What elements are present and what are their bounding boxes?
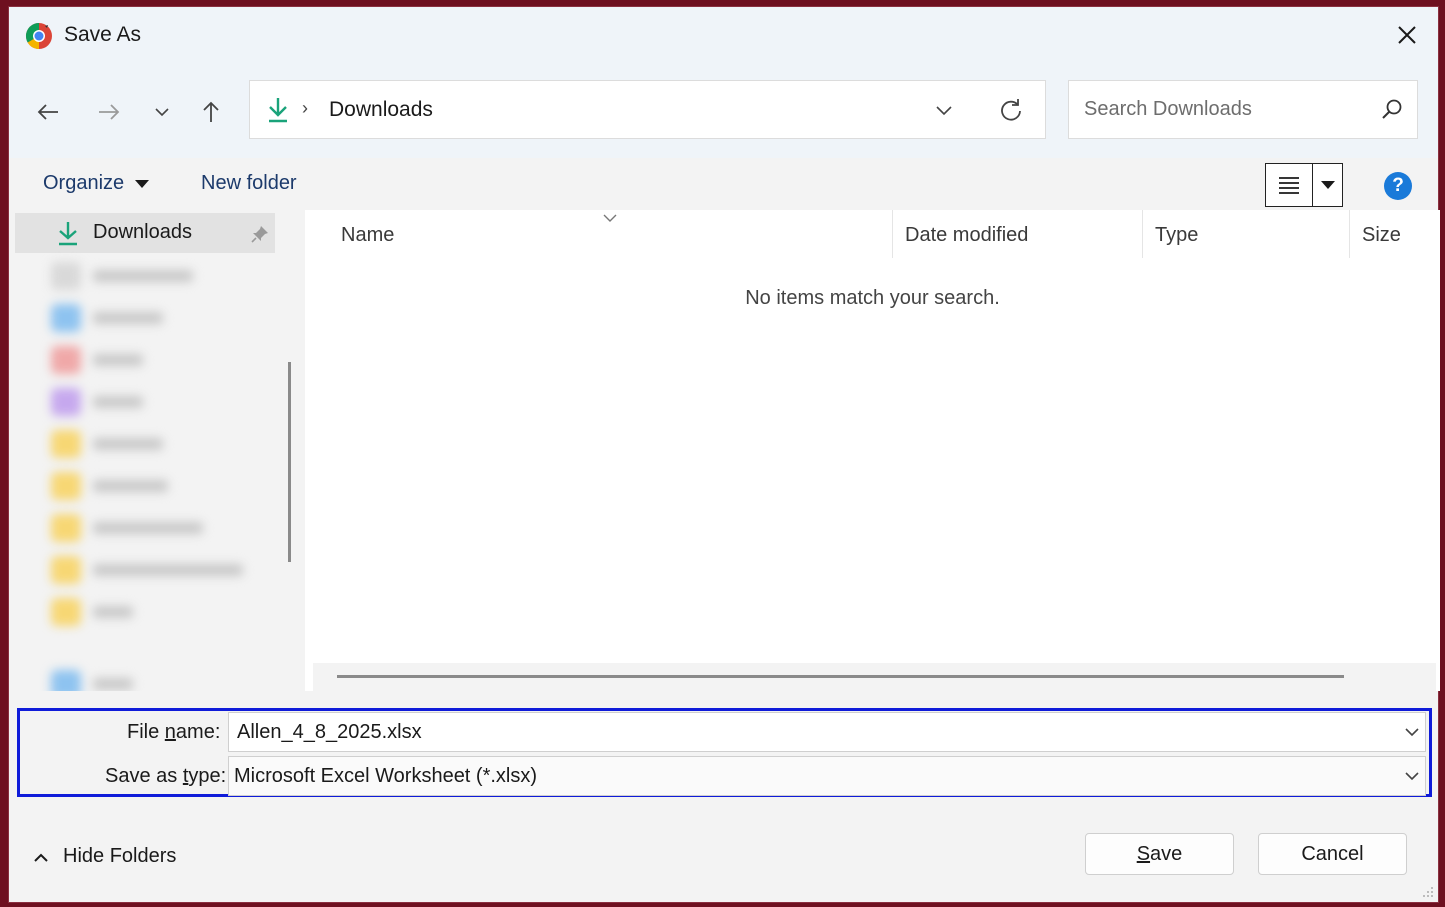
- save-as-dialog: Save As › Downloads Search Downloads Org…: [8, 6, 1440, 903]
- title-bar: Save As: [9, 7, 1438, 63]
- breadcrumb-separator: ›: [302, 98, 308, 118]
- chevron-down-icon: [155, 108, 169, 117]
- file-list-pane: Name Date modified Type Size No items ma…: [305, 210, 1440, 691]
- refresh-icon[interactable]: [998, 97, 1024, 123]
- dialog-title: Save As: [64, 23, 142, 46]
- download-icon: [59, 222, 77, 246]
- column-divider[interactable]: [892, 210, 893, 258]
- nav-item-blurred[interactable]: [51, 472, 211, 500]
- nav-item-downloads[interactable]: Downloads: [15, 213, 275, 253]
- chevron-up-icon: [34, 853, 48, 862]
- recent-locations-button[interactable]: [147, 97, 177, 127]
- arrow-up-icon: [203, 101, 219, 122]
- column-divider[interactable]: [1349, 210, 1350, 258]
- navigation-row: › Downloads Search Downloads: [9, 63, 1438, 158]
- nav-item-blurred[interactable]: [51, 556, 271, 584]
- new-folder-button[interactable]: New folder: [201, 172, 297, 195]
- column-divider[interactable]: [1142, 210, 1143, 258]
- help-button[interactable]: ?: [1384, 172, 1412, 200]
- resize-grip-icon[interactable]: [1420, 884, 1434, 898]
- caret-down-icon: [1320, 181, 1335, 189]
- nav-item-blurred[interactable]: [51, 670, 211, 691]
- column-header-size[interactable]: Size: [1362, 224, 1401, 247]
- empty-state-message: No items match your search.: [745, 287, 1000, 309]
- navigation-pane: Downloads: [15, 210, 275, 691]
- column-header-date-modified[interactable]: Date modified: [905, 224, 1028, 247]
- file-fields-group: File name: Allen_4_8_2025.xlsx Save as t…: [17, 708, 1432, 797]
- nav-item-blurred[interactable]: [51, 388, 211, 416]
- hide-folders-button[interactable]: Hide Folders: [33, 845, 176, 868]
- download-icon: [269, 98, 287, 123]
- search-input[interactable]: Search Downloads: [1068, 80, 1418, 139]
- hide-folders-label: Hide Folders: [63, 845, 177, 867]
- breadcrumb-downloads[interactable]: Downloads: [329, 98, 433, 122]
- address-bar[interactable]: › Downloads: [249, 80, 1046, 139]
- column-header-name[interactable]: Name: [341, 224, 394, 247]
- save-type-value: Microsoft Excel Worksheet (*.xlsx): [234, 765, 538, 787]
- horizontal-scroll-thumb[interactable]: [337, 675, 1344, 678]
- horizontal-scrollbar[interactable]: [313, 663, 1436, 691]
- nav-item-blurred[interactable]: [51, 598, 211, 626]
- caret-down-icon[interactable]: [135, 180, 149, 188]
- back-button[interactable]: [33, 97, 63, 127]
- arrow-right-icon: [99, 104, 120, 120]
- forward-button[interactable]: [94, 97, 124, 127]
- file-name-input[interactable]: Allen_4_8_2025.xlsx: [228, 712, 1426, 752]
- up-button[interactable]: [196, 97, 226, 127]
- arrow-left-icon: [37, 104, 58, 120]
- chevron-down-icon[interactable]: [934, 99, 954, 121]
- nav-item-blurred[interactable]: [51, 430, 211, 458]
- nav-item-blurred[interactable]: [51, 346, 211, 374]
- file-name-value: Allen_4_8_2025.xlsx: [237, 721, 422, 743]
- nav-item-label: Downloads: [93, 221, 192, 243]
- navpane-scroll-thumb[interactable]: [288, 362, 291, 562]
- search-icon: [1382, 99, 1402, 119]
- save-button[interactable]: Save: [1085, 833, 1234, 875]
- chrome-icon: [25, 22, 52, 50]
- close-button[interactable]: [1392, 20, 1422, 50]
- file-name-label: File name:: [127, 721, 221, 743]
- save-type-select[interactable]: Microsoft Excel Worksheet (*.xlsx): [228, 756, 1426, 796]
- chevron-down-icon[interactable]: [1403, 767, 1421, 785]
- view-dropdown-button[interactable]: [1313, 164, 1342, 206]
- list-view-icon: [1279, 177, 1299, 194]
- nav-item-blurred[interactable]: [51, 514, 231, 542]
- pin-icon: [251, 226, 268, 243]
- question-mark-icon: ?: [1392, 175, 1404, 196]
- command-toolbar: Organize New folder ?: [9, 158, 1438, 210]
- sort-chevron-icon: [603, 214, 617, 222]
- search-placeholder: Search Downloads: [1084, 98, 1252, 120]
- cancel-button[interactable]: Cancel: [1258, 833, 1407, 875]
- column-header-type[interactable]: Type: [1155, 224, 1198, 247]
- details-view-button[interactable]: [1266, 164, 1313, 206]
- save-type-label: Save as type:: [105, 765, 227, 787]
- nav-item-blurred[interactable]: [51, 304, 211, 332]
- chevron-down-icon[interactable]: [1403, 723, 1421, 741]
- view-options-button[interactable]: [1265, 163, 1343, 207]
- organize-button[interactable]: Organize: [43, 172, 124, 195]
- close-icon: [1398, 26, 1416, 44]
- nav-item-blurred[interactable]: [51, 262, 211, 290]
